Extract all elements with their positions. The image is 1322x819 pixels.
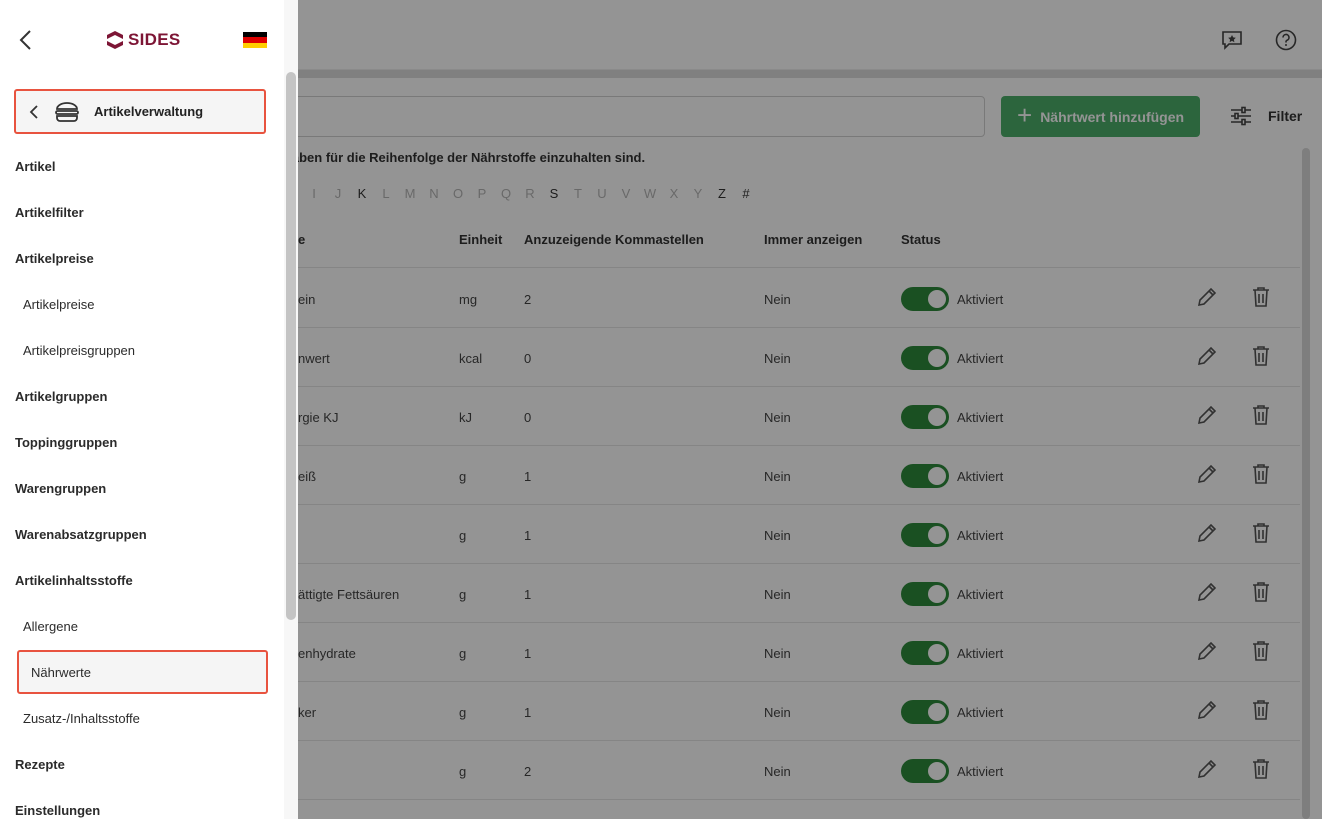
sidebar-item-warenabsatzgruppen[interactable]: Warenabsatzgruppen <box>0 511 284 557</box>
sidebar-item-artikel[interactable]: Artikel <box>0 143 284 189</box>
sidebar-item-label: Artikelpreise <box>15 250 94 266</box>
section-artikelverwaltung[interactable]: Artikelverwaltung <box>14 89 266 134</box>
sidebar-item-warengruppen[interactable]: Warengruppen <box>0 465 284 511</box>
sidebar-item-label: Artikelpreise <box>23 296 95 312</box>
chevron-left-icon <box>19 30 31 50</box>
back-button[interactable] <box>16 28 36 57</box>
sidebar-item-label: Artikel <box>15 158 56 174</box>
sidebar-item-label: Zusatz-/Inhaltsstoffe <box>23 710 140 726</box>
sidebar-item-artikelpreisgruppen[interactable]: Artikelpreisgruppen <box>0 327 284 373</box>
logo-text: SIDES <box>128 30 181 49</box>
section-label: Artikelverwaltung <box>94 104 204 119</box>
sidebar-item-toppinggruppen[interactable]: Toppinggruppen <box>0 419 284 465</box>
sidebar-item-label: Einstellungen <box>15 802 101 818</box>
sidebar-item-label: Toppinggruppen <box>15 434 118 450</box>
sidebar-item-label: Artikelpreisgruppen <box>23 342 136 358</box>
sidebar-item-artikelinhaltsstoffe[interactable]: Artikelinhaltsstoffe <box>0 557 284 603</box>
drawer-scrollbar[interactable] <box>286 72 296 620</box>
sides-logo-icon <box>107 31 123 49</box>
sidebar-item-label: Artikelgruppen <box>15 388 108 404</box>
sidebar-item-zusatz-inhaltsstoffe[interactable]: Zusatz-/Inhaltsstoffe <box>0 695 284 741</box>
sidebar-item-artikelfilter[interactable]: Artikelfilter <box>0 189 284 235</box>
sidebar-item-label: Rezepte <box>15 756 65 772</box>
sidebar-item-allergene[interactable]: Allergene <box>0 603 284 649</box>
sidebar-item-label: Artikelinhaltsstoffe <box>15 572 133 588</box>
sidebar-item-label: Warenabsatzgruppen <box>15 526 147 542</box>
sidebar-item-nährwerte[interactable]: Nährwerte <box>17 650 268 694</box>
side-drawer: SIDES Artikelverwaltung Artikel Artikelfi… <box>0 0 298 819</box>
sidebar-item-rezepte[interactable]: Rezepte <box>0 741 284 787</box>
burger-icon <box>55 101 79 122</box>
chevron-left-icon <box>29 104 38 119</box>
sidebar-item-einstellungen[interactable]: Einstellungen <box>0 787 284 819</box>
sidebar-item-label: Nährwerte <box>31 664 91 680</box>
sidebar-item-artikelgruppen[interactable]: Artikelgruppen <box>0 373 284 419</box>
sides-logo: SIDES <box>106 30 181 50</box>
sidebar-item-artikelpreise[interactable]: Artikelpreise <box>0 281 284 327</box>
drawer-header: SIDES <box>0 0 298 80</box>
sidebar-item-artikelpreise[interactable]: Artikelpreise <box>0 235 284 281</box>
sidebar-item-label: Allergene <box>23 618 78 634</box>
sidebar-item-label: Artikelfilter <box>15 204 84 220</box>
german-flag-icon[interactable] <box>243 32 267 48</box>
sidebar-item-label: Warengruppen <box>15 480 107 496</box>
